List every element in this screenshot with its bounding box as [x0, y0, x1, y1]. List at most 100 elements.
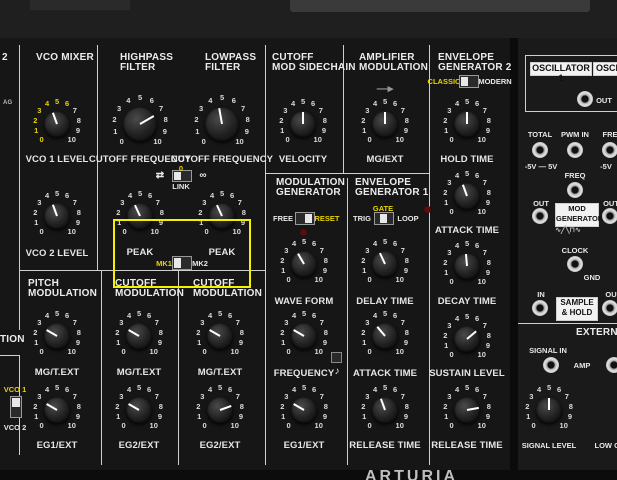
attack-time-env2-knob-scale-3: 3 — [447, 178, 452, 188]
total-jack[interactable] — [532, 142, 548, 158]
attack-time-env2-knob-scale-9: 9 — [485, 197, 491, 207]
pwm-in-label: PWM IN — [561, 130, 589, 139]
trig-loop-switch[interactable] — [374, 212, 394, 225]
freq-jack[interactable] — [567, 182, 583, 198]
mg-ext-amp-knob-scale-8: 8 — [404, 115, 409, 125]
vco2-level-knob-scale-9: 9 — [75, 217, 81, 227]
release-time-env1-knob-scale-0: 0 — [367, 420, 372, 430]
vco2-level-knob-scale-7: 7 — [72, 198, 77, 208]
velocity-knob-scale-4: 4 — [291, 99, 296, 109]
vco2-level-label: VCO 2 LEVEL — [25, 248, 89, 259]
lp-eg2-ext-knob-scale-7: 7 — [235, 392, 240, 402]
lp-eg2-ext-knob-scale-1: 1 — [197, 411, 202, 421]
hold-time-knob[interactable] — [454, 111, 480, 137]
external-jack-right[interactable] — [606, 357, 617, 373]
mg-ext-amp-knob-scale-3: 3 — [365, 106, 370, 116]
pitch-eg1-ext-knob-scale-0: 0 — [39, 420, 44, 430]
attack-time-env2-knob[interactable] — [454, 183, 480, 209]
div-v-7 — [19, 270, 20, 330]
lp-eg2-ext-knob[interactable] — [207, 397, 233, 423]
pitch-mg-t-ext-knob-scale-0: 0 — [39, 346, 44, 356]
vco2-level-knob-scale-1: 1 — [34, 217, 39, 227]
lp-cutoff-knob-scale-9: 9 — [244, 127, 249, 137]
lp-mg-t-ext-knob[interactable] — [207, 323, 233, 349]
lp-cutoff-knob-scale-1: 1 — [195, 127, 200, 137]
pitch-eg1-ext-knob-scale-6: 6 — [64, 385, 70, 395]
frequency-sync-button[interactable] — [331, 352, 342, 363]
mod-out-jack-2[interactable] — [602, 208, 617, 224]
attack-time-env1-knob[interactable] — [372, 323, 398, 349]
section-envelope-generator-2: ENVELOPE GENERATOR 2 — [438, 52, 512, 73]
attack-time-env1-knob-scale-6: 6 — [392, 311, 398, 321]
pitch-mg-t-ext-label: MG/T.EXT — [34, 367, 80, 378]
signal-level-knob[interactable] — [536, 397, 562, 423]
signal-level-knob-scale-8: 8 — [568, 401, 573, 411]
signal-level-knob-scale-0: 0 — [531, 420, 536, 430]
hp-mg-t-ext-knob-scale-0: 0 — [121, 346, 126, 356]
pitch-mg-t-ext-knob-scale-4: 4 — [45, 311, 50, 321]
total-label: TOTAL — [527, 130, 553, 139]
vco2-level-knob[interactable] — [44, 203, 70, 229]
mod-out-jack-1[interactable] — [532, 208, 548, 224]
release-time-env1-knob[interactable] — [372, 397, 398, 423]
wave-form-knob[interactable] — [291, 251, 317, 277]
sustain-level-label: SUSTAIN LEVEL — [429, 368, 505, 379]
wave-form-knob-scale-3: 3 — [284, 246, 289, 256]
attack-time-env2-knob-scale-8: 8 — [486, 187, 491, 197]
release-time-env1-knob-scale-6: 6 — [392, 385, 398, 395]
attack-time-env1-knob-scale-4: 4 — [373, 311, 378, 321]
vco1-level-knob[interactable] — [44, 111, 70, 137]
release-time-env1-knob-scale-9: 9 — [403, 411, 409, 421]
wave-form-knob-indicator — [297, 253, 305, 265]
velocity-knob[interactable] — [290, 111, 316, 137]
pitch-eg1-ext-knob[interactable] — [44, 397, 70, 423]
pitch-mg-t-ext-knob-indicator — [46, 329, 58, 337]
modgen-eg1-ext-knob-scale-3: 3 — [284, 392, 289, 402]
sh-in-jack[interactable] — [532, 300, 548, 316]
wave-form-label: WAVE FORM — [274, 296, 334, 307]
lp-cutoff-knob[interactable] — [205, 107, 239, 141]
partial-label-ag: AG — [3, 100, 13, 106]
wave-form-knob-scale-9: 9 — [322, 265, 328, 275]
signal-in-jack[interactable] — [543, 357, 559, 373]
attack-time-env1-knob-scale-0: 0 — [367, 346, 372, 356]
clock-jack[interactable] — [567, 256, 583, 272]
release-time-env2-knob[interactable] — [454, 397, 480, 423]
lp-eg2-ext-label: EG2/EXT — [199, 440, 241, 451]
free-reset-switch[interactable] — [295, 212, 315, 225]
decay-time-knob[interactable] — [454, 253, 480, 279]
classic-modern-switch[interactable] — [459, 75, 479, 88]
delay-time-knob[interactable] — [372, 251, 398, 277]
modgen-eg1-ext-knob[interactable] — [291, 397, 317, 423]
hp-mg-t-ext-knob[interactable] — [126, 323, 152, 349]
sh-out-jack[interactable] — [602, 300, 617, 316]
release-time-env1-knob-scale-4: 4 — [373, 385, 378, 395]
hp-cutoff-knob[interactable] — [123, 107, 157, 141]
pwm-in-jack[interactable] — [567, 142, 583, 158]
sustain-level-knob[interactable] — [454, 326, 480, 352]
release-time-env2-knob-scale-3: 3 — [447, 392, 452, 402]
freq-label: FREQ — [564, 171, 586, 180]
link-right-icon: ∞ — [199, 170, 207, 181]
hp-peak-knob-scale-7: 7 — [155, 198, 160, 208]
mg-ext-amp-knob[interactable] — [372, 111, 398, 137]
wave-form-knob-scale-1: 1 — [281, 265, 286, 275]
hp-eg2-ext-knob-scale-1: 1 — [116, 411, 121, 421]
lp-eg2-ext-knob-scale-6: 6 — [227, 385, 233, 395]
vco1-level-knob-scale-3: 3 — [37, 106, 42, 116]
release-time-env2-knob-scale-7: 7 — [482, 392, 487, 402]
hp-mg-t-ext-knob-scale-8: 8 — [158, 327, 163, 337]
mg-ext-amp-knob-scale-4: 4 — [373, 99, 378, 109]
frequency-knob[interactable] — [291, 323, 317, 349]
vco-select-switch[interactable] — [10, 396, 22, 418]
hp-eg2-ext-knob[interactable] — [126, 397, 152, 423]
fre-jack[interactable] — [602, 142, 617, 158]
osc-out-jack[interactable] — [577, 91, 593, 107]
attack-time-env2-knob-scale-0: 0 — [449, 206, 454, 216]
div-v-9 — [178, 270, 179, 465]
pitch-mg-t-ext-knob[interactable] — [44, 323, 70, 349]
lp-peak-knob-indicator — [216, 204, 223, 217]
signal-level-knob-scale-6: 6 — [556, 385, 562, 395]
hp-cutoff-knob-scale-5: 5 — [138, 93, 143, 102]
modgen-eg1-ext-knob-scale-8: 8 — [323, 401, 328, 411]
